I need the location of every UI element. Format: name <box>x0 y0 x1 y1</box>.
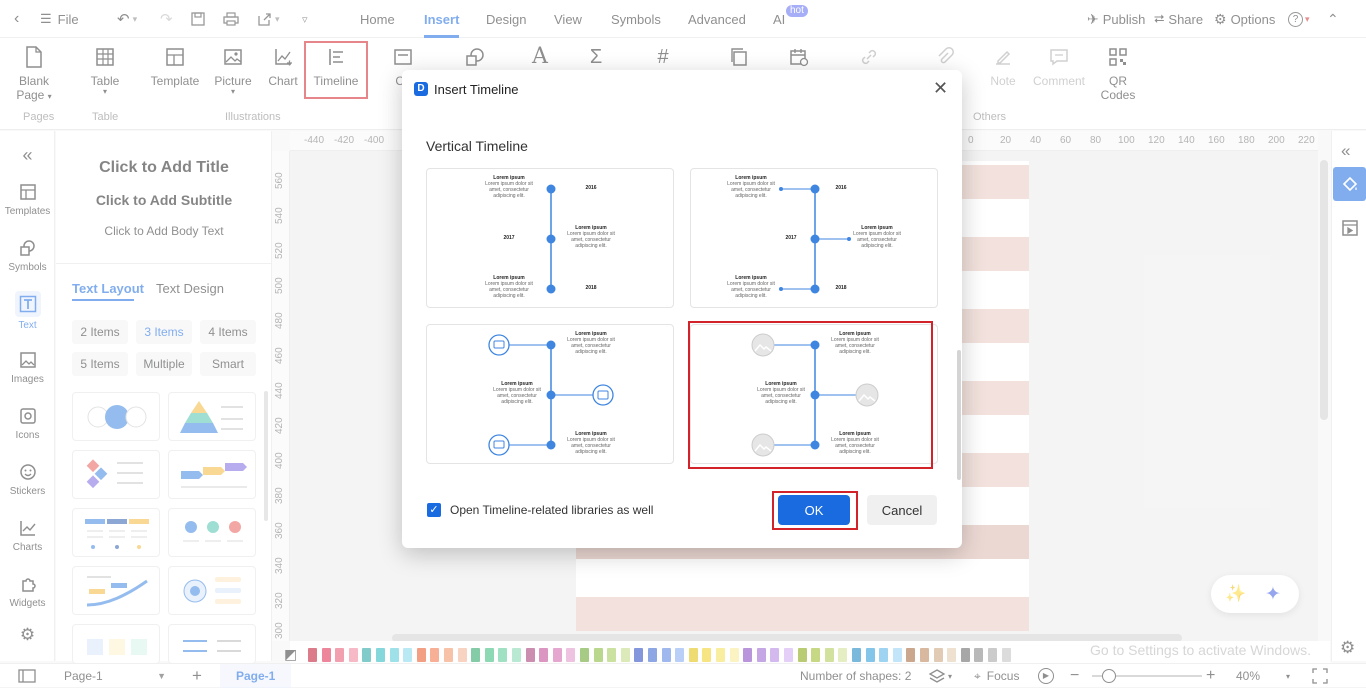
timeline-option-1[interactable]: Lorem ipsum Lorem ipsum dolor sit amet, c… <box>426 168 674 308</box>
entry-text: Lorem ipsum Lorem ipsum dolor sit amet, c… <box>567 331 615 355</box>
libraries-checkbox[interactable]: ✓ <box>427 503 441 517</box>
ok-highlight-box <box>772 491 858 530</box>
entry-text: Lorem ipsum Lorem ipsum dolor sit amet, c… <box>853 225 901 249</box>
entry-text: Lorem ipsum Lorem ipsum dolor sit amet, c… <box>727 275 775 299</box>
close-icon[interactable]: ✕ <box>933 78 948 99</box>
year-label: 2018 <box>585 285 597 291</box>
entry-text: Lorem ipsum Lorem ipsum dolor sit amet, c… <box>485 275 533 299</box>
insert-timeline-dialog: D Insert Timeline ✕ Vertical Timeline Lo… <box>402 70 962 548</box>
timeline-option-3[interactable]: Lorem ipsum Lorem ipsum dolor sit amet, c… <box>426 324 674 464</box>
year-label: 2017 <box>785 235 797 241</box>
selected-option-highlight-box <box>688 321 933 469</box>
dialog-title: Insert Timeline <box>434 82 519 97</box>
section-heading: Vertical Timeline <box>426 138 528 154</box>
entry-text: Lorem ipsum Lorem ipsum dolor sit amet, c… <box>567 225 615 249</box>
app-logo-icon: D <box>414 82 428 96</box>
libraries-checkbox-label[interactable]: Open Timeline-related libraries as well <box>450 503 653 517</box>
entry-text: Lorem ipsum Lorem ipsum dolor sit amet, c… <box>567 431 615 455</box>
year-label: 2018 <box>835 285 847 291</box>
entry-text: Lorem ipsum Lorem ipsum dolor sit amet, c… <box>485 175 533 199</box>
year-label: 2016 <box>585 185 597 191</box>
year-label: 2017 <box>503 235 515 241</box>
entry-text: Lorem ipsum Lorem ipsum dolor sit amet, c… <box>493 381 541 405</box>
entry-text: Lorem ipsum Lorem ipsum dolor sit amet, c… <box>727 175 775 199</box>
year-label: 2016 <box>835 185 847 191</box>
dialog-scrollbar[interactable] <box>957 350 961 480</box>
cancel-button[interactable]: Cancel <box>867 495 937 525</box>
timeline-option-2[interactable]: Lorem ipsum Lorem ipsum dolor sit amet, c… <box>690 168 938 308</box>
